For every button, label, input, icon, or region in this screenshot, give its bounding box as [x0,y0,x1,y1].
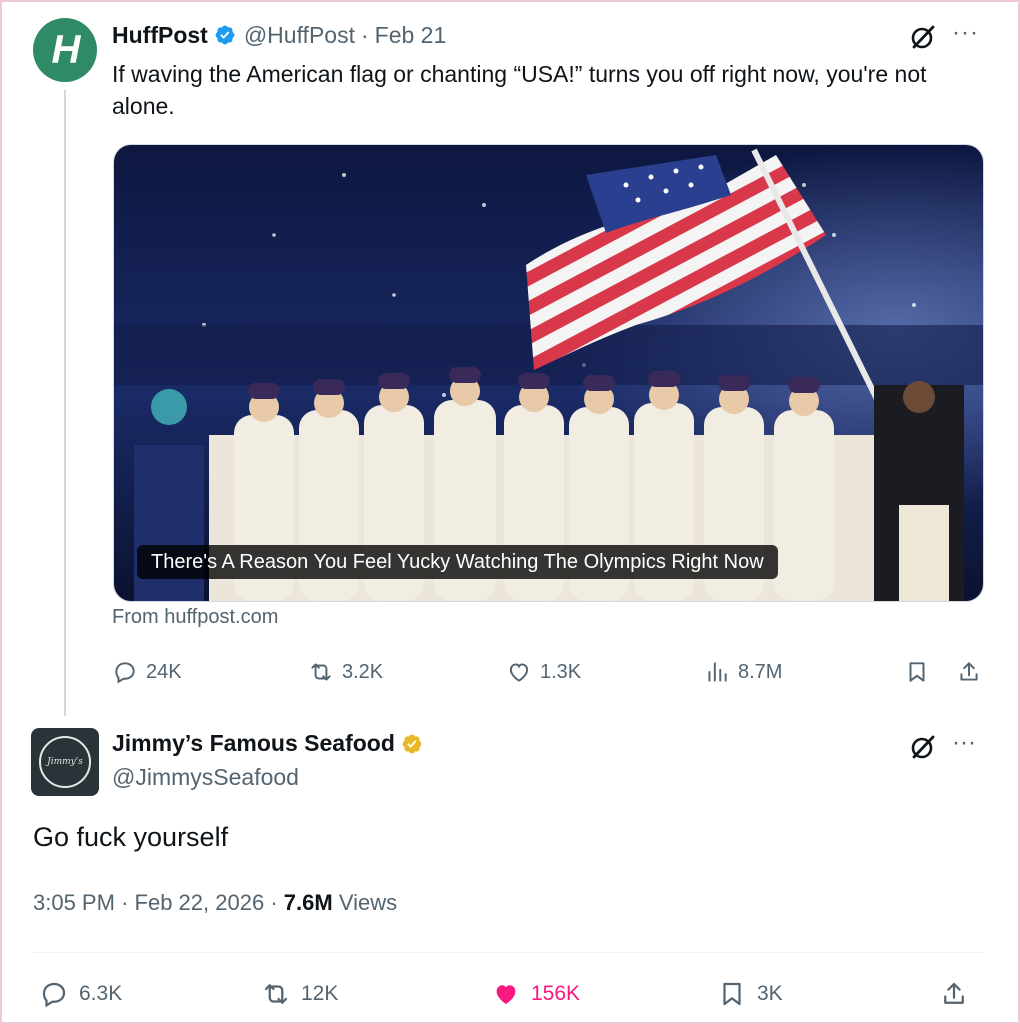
reply-button[interactable]: 24K [112,652,182,692]
bookmark-button[interactable]: 3K [717,974,783,1014]
tweet1-author-name[interactable]: HuffPost [112,22,208,49]
avatar-letter: H [51,27,81,72]
like-button[interactable]: 156K [491,974,580,1014]
repost-button[interactable]: 3.2K [308,652,383,692]
bookmark-icon [909,662,925,682]
views-button[interactable]: 8.7M [704,652,782,692]
share-icon [960,662,978,681]
share-icon [944,982,964,1004]
tweet1-text: If waving the American flag or chanting … [112,61,927,119]
views-count: 8.7M [738,660,783,683]
tweet2-date[interactable]: Feb 22, 2026 [135,890,265,915]
tweet2-action-bar: 6.3K 12K 156K 3K [33,974,983,1014]
tweet2-time[interactable]: 3:05 PM [33,890,115,915]
link-card-source[interactable]: From huffpost.com [112,606,278,629]
share-button[interactable] [939,974,979,1014]
bookmark-icon [723,982,741,1006]
jimmys-logo-icon: Jimmy's [39,736,91,788]
tweet1-action-bar: 24K 3.2K 1.3K 8.7M [112,652,984,692]
like-count: 1.3K [540,660,582,683]
share-button[interactable] [956,652,990,692]
meta-separator: · [121,890,129,915]
jimmys-seafood-avatar[interactable]: Jimmy's [31,728,99,796]
like-count: 156K [531,982,581,1005]
meta-separator: · [270,890,278,915]
verified-badge-icon [402,734,422,753]
more-icon[interactable]: ··· [952,728,976,758]
reply-icon [115,662,135,684]
tweet2-text: Go fuck yourself [33,822,229,852]
tweet2-author-handle[interactable]: @JimmysSeafood [112,764,299,791]
repost-count: 3.2K [342,660,384,683]
like-icon [509,663,529,682]
tweet1-date[interactable]: Feb 21 [375,22,447,49]
tweet2-author-name[interactable]: Jimmy’s Famous Seafood [112,730,395,757]
repost-icon [264,984,288,1004]
huffpost-avatar[interactable]: H [33,18,97,82]
tweet2-meta: 3:05 PM · Feb 22, 2026 · 7.6M Views [33,890,397,916]
olympics-photo [114,145,983,601]
verified-badge-icon [215,25,235,45]
reply-icon [42,982,66,1008]
grok-icon[interactable] [908,732,938,762]
grok-icon[interactable] [908,22,938,52]
repost-count: 12K [301,982,339,1005]
repost-button[interactable]: 12K [261,974,338,1014]
tweet2-views-label: Views [338,890,398,915]
bookmark-button[interactable] [904,652,938,692]
tweet2-views-count[interactable]: 7.6M [284,890,333,915]
bookmark-count: 3K [757,982,783,1005]
tweet1-separator: · [360,21,369,48]
reply-count: 24K [146,660,182,683]
link-card-image[interactable] [113,144,984,602]
link-card-caption[interactable]: There's A Reason You Feel Yucky Watching… [137,545,778,579]
like-icon [496,985,516,1004]
tweet1-author-handle[interactable]: @HuffPost [244,22,355,49]
more-icon[interactable]: ··· [952,18,979,48]
thread-connector-line [64,90,66,716]
reply-button[interactable]: 6.3K [39,974,122,1014]
divider [33,952,983,953]
tweet1-header: HuffPost @HuffPost · Feb 21 [112,20,446,50]
reply-count: 6.3K [79,982,123,1005]
like-button[interactable]: 1.3K [506,652,581,692]
repost-icon [311,663,331,681]
views-icon [708,662,727,682]
tweet2-author-row: Jimmy’s Famous Seafood [112,730,431,757]
